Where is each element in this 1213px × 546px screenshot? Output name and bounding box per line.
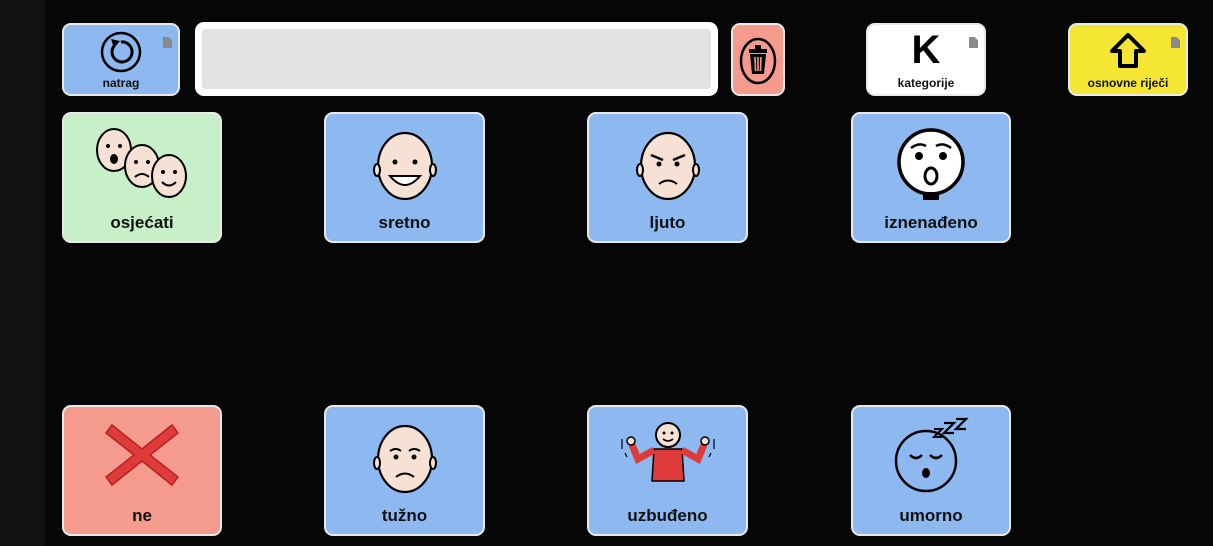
happy-face-icon: [326, 124, 483, 204]
angry-face-icon: [589, 124, 746, 204]
categories-button[interactable]: K kategorije: [866, 23, 986, 96]
tile-tuzno[interactable]: tužno: [324, 405, 485, 536]
tile-osjecati[interactable]: osjećati: [62, 112, 222, 243]
back-label: natrag: [102, 76, 140, 90]
core-words-button[interactable]: osnovne riječi: [1068, 23, 1188, 96]
tile-label: osjećati: [110, 213, 174, 232]
red-x-icon: [64, 419, 220, 491]
back-button[interactable]: natrag: [62, 23, 180, 96]
surprised-face-icon: [853, 124, 1009, 204]
back-arrow-icon: [64, 29, 178, 75]
tile-label: ne: [132, 506, 152, 525]
tile-iznenadeno[interactable]: iznenađeno: [851, 112, 1011, 243]
tile-label: ljuto: [649, 213, 686, 232]
tile-umorno[interactable]: umorno: [851, 405, 1011, 536]
clear-button[interactable]: [731, 23, 785, 96]
tile-label: tužno: [381, 506, 428, 525]
left-edge-bar: [0, 0, 45, 546]
sleepy-face-icon: [853, 415, 1009, 495]
sad-face-icon: [326, 417, 483, 497]
tile-label: iznenađeno: [884, 213, 978, 232]
excited-person-icon: [589, 419, 746, 495]
tile-label: sretno: [378, 213, 431, 232]
home-icon: [1070, 31, 1186, 71]
letter-k-icon: K: [911, 28, 941, 72]
tile-label: uzbuđeno: [627, 506, 708, 525]
tile-ne[interactable]: ne: [62, 405, 222, 536]
tile-label: umorno: [899, 506, 963, 525]
core-words-label: osnovne riječi: [1087, 76, 1169, 90]
tile-ljuto[interactable]: ljuto: [587, 112, 748, 243]
sentence-text: [202, 29, 711, 89]
trash-icon: [733, 35, 783, 87]
tile-sretno[interactable]: sretno: [324, 112, 485, 243]
tile-uzbudeno[interactable]: uzbuđeno: [587, 405, 748, 536]
categories-label: kategorije: [897, 76, 955, 90]
sentence-bar[interactable]: [195, 22, 718, 96]
feelings-faces-icon: [64, 122, 220, 202]
